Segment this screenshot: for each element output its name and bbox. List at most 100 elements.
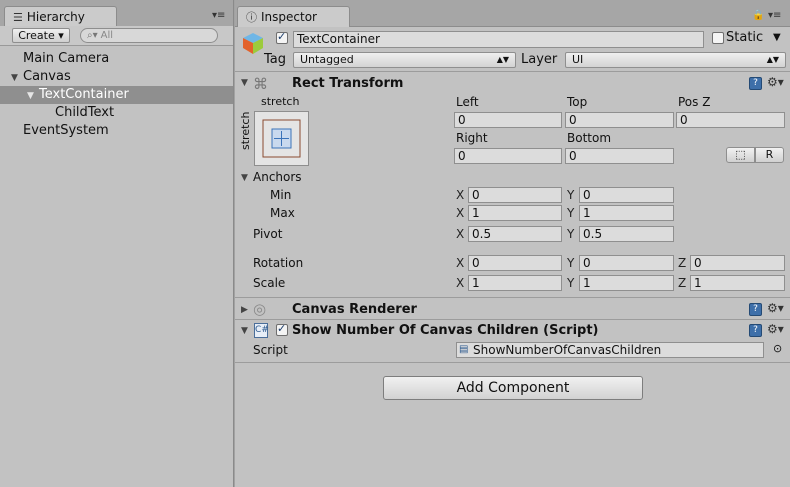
- top-label: Top: [567, 95, 588, 109]
- script-enabled-checkbox[interactable]: [276, 322, 288, 336]
- divider: [235, 319, 790, 320]
- foldout-arrow-icon[interactable]: ▼: [241, 326, 248, 336]
- dropdown-caret-icon: ▲▼: [496, 55, 509, 64]
- static-dropdown-icon[interactable]: ▼: [773, 30, 781, 46]
- hierarchy-item-canvas[interactable]: ▼ Canvas: [0, 68, 233, 86]
- script-file-icon: ▤: [459, 344, 469, 355]
- hierarchy-item-label: Canvas: [23, 69, 71, 84]
- dropdown-caret-icon: ▲▼: [766, 55, 779, 64]
- help-book-icon[interactable]: ?: [749, 303, 762, 316]
- gear-icon[interactable]: ⚙▾: [767, 322, 784, 336]
- pivot-x-field[interactable]: 0.5: [468, 226, 562, 242]
- gear-icon[interactable]: ⚙▾: [767, 75, 784, 89]
- anchor-preset-icon: [262, 119, 301, 158]
- scale-y-field[interactable]: 1: [579, 275, 674, 291]
- add-component-button[interactable]: Add Component: [383, 376, 643, 400]
- panel-menu-icon[interactable]: ▾≡: [768, 10, 781, 21]
- hierarchy-item-childtext[interactable]: ChildText: [0, 104, 233, 122]
- divider: [235, 297, 790, 298]
- gameobject-active-checkbox[interactable]: [276, 30, 288, 44]
- layer-label: Layer: [521, 52, 558, 67]
- anchor-min-x-field[interactable]: 0: [468, 187, 562, 203]
- lock-icon[interactable]: 🔒: [752, 10, 764, 21]
- static-label: Static: [726, 30, 764, 45]
- pivot-y-field[interactable]: 0.5: [579, 226, 674, 242]
- hierarchy-item-label: Main Camera: [23, 51, 110, 66]
- gear-icon[interactable]: ⚙▾: [767, 301, 784, 315]
- hierarchy-item-main-camera[interactable]: Main Camera: [0, 50, 233, 68]
- create-button-label: Create: [18, 29, 55, 42]
- anchor-preset-side-label: stretch: [239, 111, 252, 150]
- x-axis-label: X: [456, 206, 465, 220]
- create-button[interactable]: Create ▾: [12, 28, 70, 43]
- layer-dropdown[interactable]: UI ▲▼: [565, 52, 786, 68]
- rect-transform-icon: ⌘: [253, 75, 268, 93]
- anchors-label[interactable]: Anchors: [253, 169, 302, 185]
- x-axis-label: X: [456, 227, 465, 241]
- anchor-min-y-field[interactable]: 0: [579, 187, 674, 203]
- hierarchy-item-textcontainer[interactable]: ▼ TextContainer: [0, 86, 233, 104]
- anchor-presets-button[interactable]: [254, 111, 309, 166]
- expand-arrow-icon[interactable]: ▼: [27, 87, 39, 105]
- expand-arrow-icon[interactable]: ▼: [11, 69, 23, 87]
- rotation-z-field[interactable]: 0: [690, 255, 785, 271]
- top-field[interactable]: 0: [565, 112, 674, 128]
- posz-label: Pos Z: [678, 95, 711, 109]
- rotation-x-field[interactable]: 0: [468, 255, 562, 271]
- hierarchy-icon: ☰: [13, 11, 23, 24]
- z-axis-label: Z: [678, 256, 687, 270]
- scale-label: Scale: [253, 276, 286, 290]
- blueprint-mode-button[interactable]: ⬚: [726, 147, 755, 163]
- layer-value: UI: [572, 53, 584, 66]
- search-icon: ⌕▾: [87, 30, 98, 41]
- object-picker-icon[interactable]: ⊙: [773, 342, 782, 355]
- help-book-icon[interactable]: ?: [749, 324, 762, 337]
- x-axis-label: X: [456, 188, 465, 202]
- anchor-max-y-field[interactable]: 1: [579, 205, 674, 221]
- hierarchy-panel: ☰ Hierarchy ▾≡ Create ▾ ⌕▾ All Main Camera…: [0, 0, 234, 487]
- min-label: Min: [270, 188, 292, 202]
- foldout-arrow-icon[interactable]: ▶: [241, 305, 248, 315]
- panel-menu-icon[interactable]: ▾≡: [212, 10, 225, 21]
- x-axis-label: X: [456, 256, 465, 270]
- y-axis-label: Y: [567, 256, 575, 270]
- bottom-field[interactable]: 0: [565, 148, 674, 164]
- canvas-renderer-icon: ◎: [253, 300, 267, 318]
- right-field[interactable]: 0: [454, 148, 562, 164]
- hierarchy-item-eventsystem[interactable]: EventSystem: [0, 122, 233, 140]
- pivot-label: Pivot: [253, 227, 283, 241]
- canvas-renderer-title[interactable]: Canvas Renderer: [292, 301, 417, 319]
- raw-edit-button[interactable]: R: [755, 147, 784, 163]
- script-value: ShowNumberOfCanvasChildren: [473, 343, 662, 357]
- tab-inspector[interactable]: ⓘ Inspector: [237, 6, 350, 27]
- tab-hierarchy-label: Hierarchy: [26, 10, 85, 24]
- tag-dropdown[interactable]: Untagged ▲▼: [293, 52, 516, 68]
- tab-hierarchy[interactable]: ☰ Hierarchy: [4, 6, 117, 27]
- tag-label: Tag: [264, 52, 287, 67]
- left-field[interactable]: 0: [454, 112, 562, 128]
- y-axis-label: Y: [567, 227, 575, 241]
- foldout-arrow-icon[interactable]: ▼: [241, 78, 248, 88]
- script-component-title[interactable]: Show Number Of Canvas Children (Script): [292, 322, 599, 340]
- scale-z-field[interactable]: 1: [690, 275, 785, 291]
- script-label: Script: [253, 343, 288, 357]
- gameobject-name-input[interactable]: TextContainer: [293, 31, 704, 48]
- anchors-foldout-icon[interactable]: ▼: [241, 173, 248, 183]
- max-label: Max: [270, 206, 295, 220]
- anchor-max-x-field[interactable]: 1: [468, 205, 562, 221]
- hierarchy-tabbar: ☰ Hierarchy ▾≡: [0, 0, 233, 27]
- script-object-field[interactable]: ▤ ShowNumberOfCanvasChildren: [456, 342, 764, 358]
- divider: [235, 71, 790, 72]
- left-label: Left: [456, 95, 479, 109]
- static-checkbox[interactable]: [712, 32, 724, 44]
- z-axis-label: Z: [678, 276, 687, 290]
- scale-x-field[interactable]: 1: [468, 275, 562, 291]
- rotation-label: Rotation: [253, 256, 304, 270]
- rect-transform-title[interactable]: Rect Transform: [292, 75, 403, 93]
- hierarchy-toolbar: Create ▾ ⌕▾ All: [0, 26, 233, 46]
- help-book-icon[interactable]: ?: [749, 77, 762, 90]
- rotation-y-field[interactable]: 0: [579, 255, 674, 271]
- posz-field[interactable]: 0: [676, 112, 785, 128]
- hierarchy-search-input[interactable]: ⌕▾ All: [80, 28, 218, 43]
- y-axis-label: Y: [567, 206, 575, 220]
